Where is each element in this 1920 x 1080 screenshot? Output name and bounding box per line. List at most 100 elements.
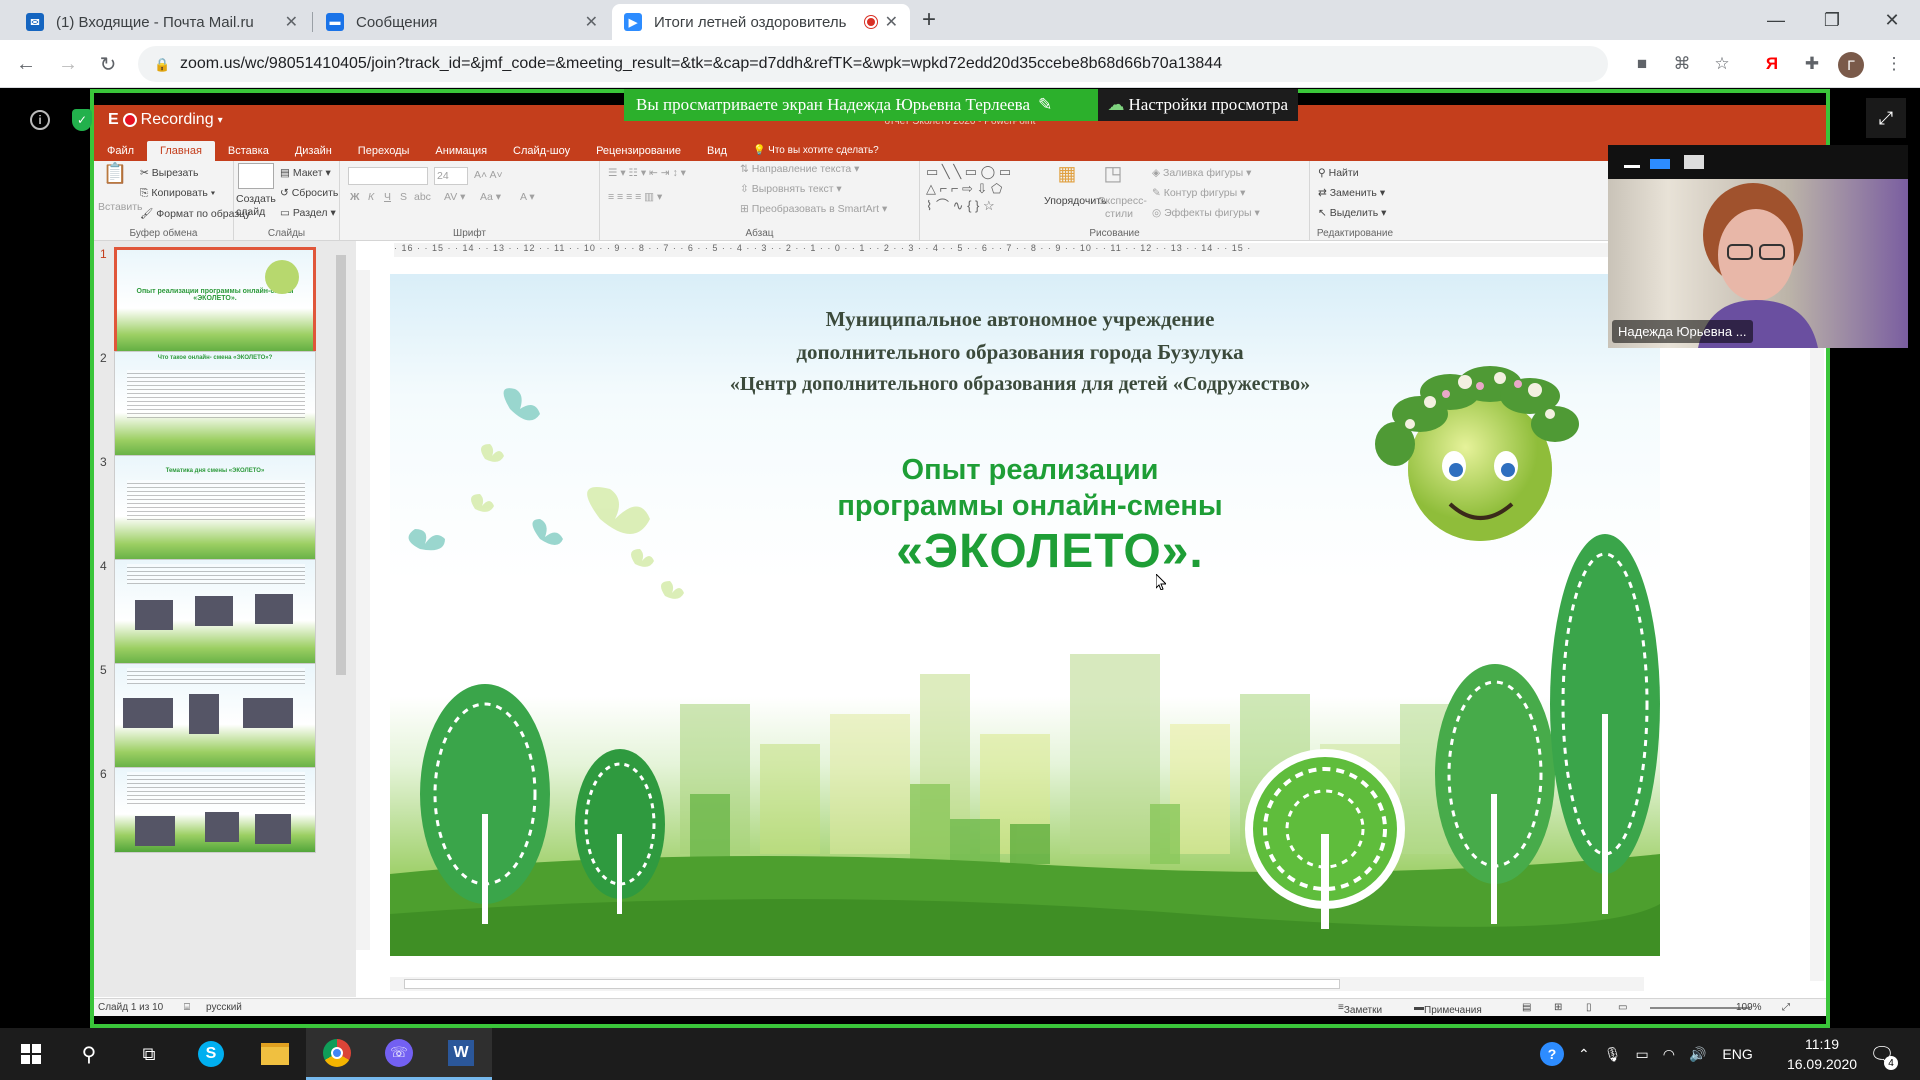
notifications-icon[interactable]: 🗨 4 <box>1868 1040 1898 1070</box>
word-icon[interactable]: W <box>430 1028 492 1080</box>
font-size-input[interactable]: 24 <box>434 167 468 185</box>
sorter-view-icon[interactable]: ⊞ <box>1554 1002 1562 1013</box>
grow-font-icon[interactable]: A˄ A˅ <box>474 169 503 181</box>
forward-button[interactable]: → <box>54 50 82 78</box>
menu-file[interactable]: Файл <box>94 141 147 161</box>
slide-thumbnail-5[interactable] <box>114 663 316 775</box>
file-explorer-icon[interactable] <box>244 1028 306 1080</box>
lock-icon[interactable]: 🔒 <box>154 57 170 72</box>
menu-view[interactable]: Вид <box>694 141 740 161</box>
slide-thumbnail-2[interactable]: Что такое онлайн- смена «ЭКОЛЕТО»? <box>114 351 316 463</box>
shapes-gallery[interactable]: ▭ ╲ ╲ ▭ ◯ ▭ △ ⌐ ⌐ ⇨ ⇩ ⬠ ⌇ ⌒ ∿ { } ☆ <box>926 163 1046 219</box>
shape-fill-button[interactable]: ◈ Заливка фигуры ▾ <box>1152 167 1251 179</box>
align-icons[interactable]: ≡ ≡ ≡ ≡ ▥ ▾ <box>608 191 662 203</box>
fullsize-video-icon[interactable] <box>1684 155 1704 169</box>
shape-effects-button[interactable]: ◎ Эффекты фигуры ▾ <box>1152 207 1260 219</box>
annotate-pen-icon[interactable]: ✎ <box>1038 95 1052 115</box>
close-icon[interactable]: ✕ <box>285 12 298 32</box>
scroll-thumb[interactable] <box>404 979 1340 989</box>
paste-icon[interactable]: 📋 <box>98 161 132 201</box>
horizontal-scrollbar[interactable] <box>390 977 1644 991</box>
vertical-scrollbar[interactable] <box>1810 241 1824 981</box>
security-shield-icon[interactable]: ✓ <box>72 109 92 131</box>
new-slide-icon[interactable] <box>238 163 274 189</box>
view-options-button[interactable]: ☁ Настройки просмотра <box>1097 89 1298 121</box>
microphone-icon[interactable]: 🎙 <box>1604 1046 1622 1063</box>
chrome-icon[interactable] <box>306 1028 368 1080</box>
tab-mail[interactable]: ✉ (1) Входящие - Почта Mail.ru ✕ <box>14 4 310 40</box>
tab-messages[interactable]: ▬ Сообщения ✕ <box>314 4 610 40</box>
close-window-button[interactable]: ✕ <box>1864 0 1920 40</box>
slide-canvas[interactable]: Муниципальное автономное учреждение допо… <box>390 274 1660 956</box>
minimize-video-icon[interactable] <box>1624 165 1640 168</box>
start-button[interactable] <box>0 1028 62 1080</box>
zoom-level[interactable]: 109% <box>1736 1002 1762 1013</box>
participant-video[interactable]: Надежда Юрьевна ... <box>1608 145 1908 348</box>
menu-slideshow[interactable]: Слайд-шоу <box>500 141 583 161</box>
slide-thumbnail-1[interactable]: Опыт реализации программы онлайн-смены «… <box>114 247 316 359</box>
menu-transitions[interactable]: Переходы <box>345 141 423 161</box>
skype-icon[interactable]: S <box>180 1028 242 1080</box>
translate-icon[interactable]: ⌘ <box>1668 50 1696 78</box>
replace-button[interactable]: ⇄ Заменить ▾ <box>1318 187 1385 199</box>
bullets-icon[interactable]: ☰ ▾ ☷ ▾ ⇤ ⇥ ↕ ▾ <box>608 167 686 179</box>
input-language[interactable]: ENG <box>1722 1046 1752 1062</box>
notes-button[interactable]: ≡ Заметки <box>1338 1002 1382 1016</box>
menu-icon[interactable]: ⋮ <box>1880 50 1908 78</box>
camera-icon[interactable]: ■ <box>1628 50 1656 78</box>
fullscreen-icon[interactable]: ⤢ <box>1866 98 1906 138</box>
zoom-slider[interactable] <box>1650 1007 1750 1009</box>
underline-icon[interactable]: Ч <box>384 191 391 203</box>
align-text-button[interactable]: ⇳ Выровнять текст ▾ <box>740 183 842 195</box>
shape-outline-button[interactable]: ✎ Контур фигуры ▾ <box>1152 187 1245 199</box>
bold-icon[interactable]: Ж <box>350 191 360 203</box>
italic-icon[interactable]: К <box>368 191 374 203</box>
menu-animation[interactable]: Анимация <box>422 141 500 161</box>
thumbnails-scrollbar[interactable] <box>334 241 348 997</box>
close-icon[interactable]: ✕ <box>885 12 898 32</box>
menu-home[interactable]: Главная <box>147 141 215 161</box>
close-icon[interactable]: ✕ <box>585 12 598 32</box>
tell-me-search[interactable]: 💡 Что вы хотите сделать? <box>740 141 892 161</box>
normal-view-icon[interactable]: ▤ <box>1522 1002 1531 1013</box>
comments-button[interactable]: ▬ Примечания <box>1414 1002 1482 1016</box>
yandex-icon[interactable]: Я <box>1758 50 1786 78</box>
reload-button[interactable]: ↻ <box>94 50 122 78</box>
case-icon[interactable]: Aa ▾ <box>480 191 501 203</box>
slide-thumbnail-6[interactable] <box>114 767 316 853</box>
maximize-button[interactable]: ❐ <box>1804 0 1860 40</box>
section-button[interactable]: ▭ Раздел ▾ <box>280 207 336 219</box>
menu-insert[interactable]: Вставка <box>215 141 282 161</box>
viber-icon[interactable]: ☏ <box>368 1028 430 1080</box>
extensions-icon[interactable]: ✚ <box>1798 50 1826 78</box>
reset-button[interactable]: ↺ Сбросить <box>280 187 338 199</box>
back-button[interactable]: ← <box>12 50 40 78</box>
slideshow-view-icon[interactable]: ▭ <box>1618 1002 1627 1013</box>
quick-styles-button[interactable]: Экспресс-стили <box>1098 195 1147 221</box>
tab-zoom[interactable]: ▶ Итоги летней оздоровитель ✕ <box>612 4 910 40</box>
system-clock[interactable]: 11:19 16.09.2020 <box>1772 1034 1872 1074</box>
cut-button[interactable]: ✂ Вырезать <box>140 167 198 179</box>
strikethrough-icon[interactable]: abc <box>414 191 431 203</box>
copy-button[interactable]: ⎘ Копировать ▾ <box>140 187 215 200</box>
select-button[interactable]: ↖ Выделить ▾ <box>1318 207 1386 219</box>
star-icon[interactable]: ☆ <box>1708 50 1736 78</box>
volume-icon[interactable]: 🔊 <box>1689 1046 1706 1063</box>
info-icon[interactable]: i <box>30 110 50 130</box>
find-button[interactable]: ⚲ Найти <box>1318 167 1359 179</box>
battery-icon[interactable]: ▭ <box>1636 1046 1649 1063</box>
language-label[interactable]: русский <box>206 1002 242 1013</box>
slide-thumbnail-4[interactable] <box>114 559 316 671</box>
fit-slide-icon[interactable]: ⤢ <box>1782 1002 1790 1013</box>
minimize-button[interactable]: — <box>1748 0 1804 40</box>
new-slide-button[interactable]: Создать слайд <box>236 193 276 219</box>
smartart-button[interactable]: ⊞ Преобразовать в SmartArt ▾ <box>740 203 887 215</box>
menu-design[interactable]: Дизайн <box>282 141 345 161</box>
wifi-icon[interactable]: ◠ <box>1663 1046 1675 1063</box>
scroll-thumb[interactable] <box>336 255 346 675</box>
quick-styles-icon[interactable]: ◳ <box>1098 161 1128 191</box>
text-direction-button[interactable]: ⇅ Направление текста ▾ <box>740 163 859 175</box>
arrange-icon[interactable]: ▦ <box>1050 161 1084 191</box>
menu-review[interactable]: Рецензирование <box>583 141 694 161</box>
paste-button[interactable]: Вставить <box>98 201 143 213</box>
